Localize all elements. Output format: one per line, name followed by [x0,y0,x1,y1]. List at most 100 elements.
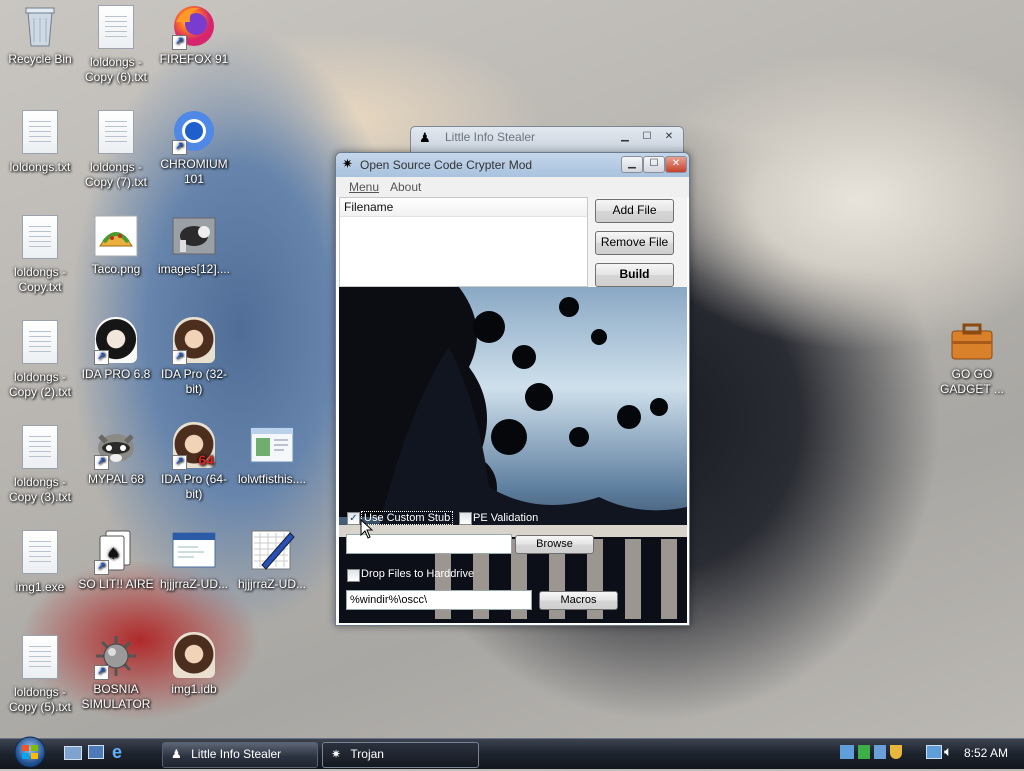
desktop-icon-loldongs-copy[interactable]: loldongs - Copy.txt [0,212,80,295]
desktop-icon-loldongs[interactable]: loldongs.txt [0,107,80,175]
desktop-icon-chromium[interactable]: ↗ CHROMIUM 101 [154,107,234,187]
shortcut-arrow-icon: ↗ [172,140,187,155]
desktop-icon-hjjjrraz-label-wrap: hjjjrraZ-UD... [232,577,312,592]
image-file-icon [170,212,218,260]
desktop-icon-loldongs-copy-3[interactable]: loldongs - Copy (3).txt [0,422,80,505]
desktop-icon-images12[interactable]: images[12].... [154,212,234,277]
internet-explorer-icon[interactable]: e [112,742,122,763]
text-file-icon [22,110,58,154]
task-label: Trojan [350,747,384,761]
desktop-icon-hjjjrraz[interactable]: loldongs - Copy (5).txt hjjjrraZ-UD... h… [232,527,312,577]
title-bar[interactable]: ♟ Little Info Stealer ▁ ☐ ✕ [411,127,683,149]
spiked-mine-icon: ↗ [92,632,140,680]
desktop-icon-solitaire[interactable]: ♠ ↗ SO LIT!! AIRE [76,527,156,592]
maximize-button[interactable]: ☐ [637,130,657,145]
desktop-icon-loldongs-copy-5[interactable]: loldongs - Copy (5).txt [0,632,80,715]
remove-file-button[interactable]: Remove File [595,231,674,255]
crypter-window[interactable]: ✷ Open Source Code Crypter Mod ▁ ☐ ✕ Men… [335,152,690,626]
spy-icon: ♟ [419,130,431,145]
text-file-icon [22,320,58,364]
file-list[interactable]: Filename [339,197,588,287]
volume-muted-icon[interactable]: 🔈︎ [944,743,952,760]
desktop-icon-label: GO GO GADGET ... [940,367,1004,396]
drop-files-checkbox[interactable] [347,569,360,582]
drop-path-input[interactable] [346,590,532,610]
drop-files-label[interactable]: Drop Files to Harddrive [361,568,474,580]
desktop-icon-loldongs-copy-4[interactable]: img1.exe [0,527,80,595]
network-icon[interactable] [840,745,854,759]
macros-button[interactable]: Macros [539,591,618,610]
text-file-icon [22,215,58,259]
maximize-button[interactable]: ☐ [643,156,665,173]
pe-validation-label[interactable]: PE Validation [473,512,538,524]
minimize-button[interactable]: ▁ [615,130,635,145]
desktop-icon-ida-pro-32[interactable]: ↗ IDA Pro (32-bit) [154,317,234,397]
desktop-icon-img1-exe[interactable]: hjjjrraZ-UD... [154,527,234,592]
close-button[interactable]: ✕ [665,156,687,173]
spy-icon: ♟ [171,747,182,761]
desktop-icon-label: img1.idb [171,682,217,696]
shield-icon[interactable] [890,745,902,759]
title-bar[interactable]: ✷ Open Source Code Crypter Mod ▁ ☐ ✕ [336,153,689,177]
shortcut-arrow-icon: ↗ [94,665,109,680]
desktop-icon-bosnia-simulator[interactable]: ↗ BOSNIA SIMULATOR [76,632,156,712]
sixty-four-badge-icon: 64 [198,452,214,468]
desktop-icon-label: SO LIT!! AIRE [78,577,154,591]
desktop-icon-taco[interactable]: Taco.png [76,212,156,277]
close-button[interactable]: ✕ [659,130,679,145]
desktop-icon-label: hjjjrraZ-UD... [160,577,228,591]
desktop-icon-lolwtfisthis[interactable]: lolwtfisthis.... [232,422,312,487]
desktop-icon-label: IDA Pro (64-bit) [160,472,228,501]
maple-leaf-icon: ✷ [331,747,342,761]
desktop-icon-ida-pro-64[interactable]: ↗ 64 IDA Pro (64-bit) [154,422,234,502]
cards-icon: ♠ ↗ [92,527,140,575]
text-file-icon [98,110,134,154]
menu-item-menu[interactable]: Menu [349,180,379,194]
start-button[interactable] [8,736,52,768]
maple-leaf-icon: ✷ [342,156,353,171]
ida-portrait-icon: ↗ 64 [170,422,218,470]
start-orb-icon [14,736,46,768]
desktop-icon-recycle-bin[interactable]: Recycle Bin [0,2,80,67]
taskbar-item-trojan[interactable]: ✷ Trojan [322,742,479,768]
clock[interactable]: 8:52 AM [964,746,1008,760]
use-custom-stub-label[interactable]: Use Custom Stub [361,511,454,525]
shortcut-arrow-icon: ↗ [94,560,109,575]
desktop-icon-loldongs-copy-6[interactable]: loldongs - Copy (6).txt [76,2,156,85]
desktop-icon-loldongs-copy-7[interactable]: loldongs - Copy (7).txt [76,107,156,190]
ida-portrait-icon: ↗ [170,317,218,365]
use-custom-stub-checkbox[interactable]: ✓ [347,512,360,525]
desktop-icon-label: loldongs - Copy (3).txt [8,475,71,504]
text-file-icon [98,5,134,49]
show-desktop-icon[interactable] [64,746,82,760]
desktop-icon-label: lolwtfisthis.... [237,472,306,486]
browse-button[interactable]: Browse [515,535,594,554]
update-icon[interactable] [874,745,886,759]
pen-tablet-icon [248,527,296,575]
desktop-icon-label: Recycle Bin [8,52,72,66]
minimize-button[interactable]: ▁ [621,156,643,173]
add-file-button[interactable]: Add File [595,199,674,223]
chromium-icon: ↗ [170,107,218,155]
task-label: Little Info Stealer [191,747,282,761]
desktop-icon-mypal[interactable]: ↗ MYPAL 68 [76,422,156,487]
security-icon[interactable] [858,745,870,759]
desktop-icon-label: hjjjrraZ-UD... [238,577,306,591]
taskbar-item-little-info-stealer[interactable]: ♟ Little Info Stealer [162,742,318,768]
switch-windows-icon[interactable] [88,745,104,759]
menu-item-about[interactable]: About [390,180,421,194]
desktop-icon-loldongs-copy-2[interactable]: loldongs - Copy (2).txt [0,317,80,400]
display-icon[interactable] [926,745,942,759]
window-title: Open Source Code Crypter Mod [360,158,533,172]
desktop-icon-label: loldongs.txt [9,160,71,174]
desktop-icon-go-go-gadget[interactable]: GO GO GADGET ... [932,317,1012,397]
desktop-icon-firefox[interactable]: ↗ FIREFOX 91 [154,2,234,67]
text-file-icon [22,425,58,469]
desktop-icon-label: CHROMIUM 101 [160,157,228,186]
pe-validation-checkbox[interactable] [459,512,472,525]
desktop-icon-ida-pro-68[interactable]: ↗ IDA PRO 6.8 [76,317,156,382]
desktop-icon-img1-idb[interactable]: img1.idb [154,632,234,697]
file-list-header[interactable]: Filename [340,198,587,217]
raccoon-icon: ↗ [92,422,140,470]
build-button[interactable]: Build [595,263,674,287]
